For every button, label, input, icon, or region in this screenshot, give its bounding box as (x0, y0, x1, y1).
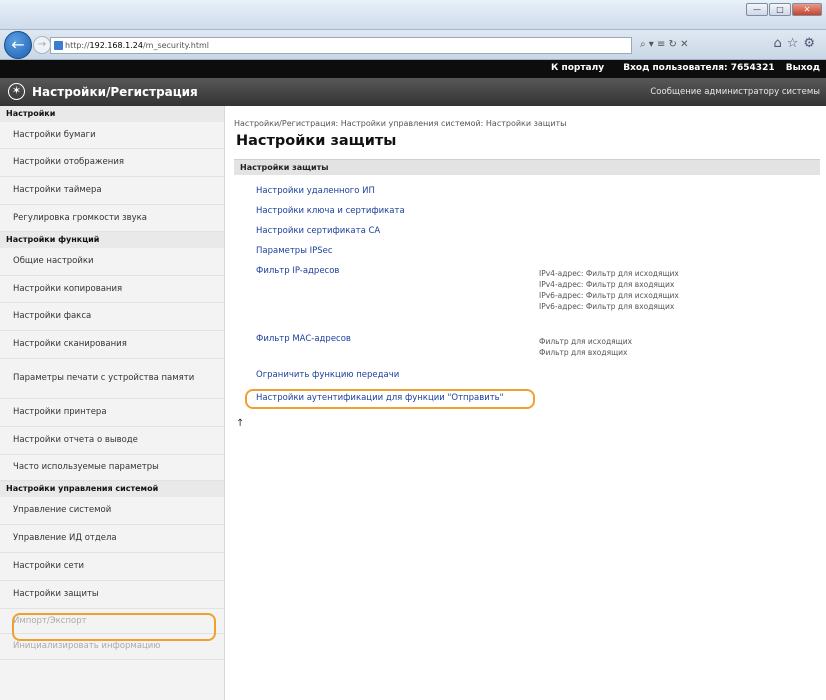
sidebar-item[interactable]: Параметры печати с устройства памяти (0, 359, 224, 399)
status-line: IPv6-адрес: Фильтр для исходящих (539, 291, 679, 300)
link-remote-ui-settings[interactable]: Настройки удаленного ИП (256, 186, 375, 196)
status-line: IPv4-адрес: Фильтр для исходящих (539, 269, 679, 278)
sidebar-item[interactable]: Управление ИД отдела (0, 525, 224, 553)
sidebar-group-heading: Настройки (0, 106, 224, 122)
back-to-top-icon[interactable]: ↑ (236, 418, 244, 429)
sidebar-group-heading: Настройки управления системой (0, 481, 224, 497)
sidebar-nav: Настройки Настройки бумаги Настройки отобр… (0, 106, 225, 700)
link-ca-certificate-settings[interactable]: Настройки сертификата CA (256, 226, 380, 236)
admin-message-link[interactable]: Сообщение администратору системы (650, 87, 820, 97)
breadcrumb: Настройки/Регистрация: Настройки управле… (234, 119, 567, 128)
window-controls: — □ ✕ (745, 3, 822, 16)
sidebar-item[interactable]: Общие настройки (0, 248, 224, 276)
sidebar-item[interactable]: Настройки отображения (0, 149, 224, 177)
maximize-button[interactable]: □ (769, 3, 791, 16)
highlight-send-auth-link (245, 389, 535, 409)
sidebar-item[interactable]: Настройки бумаги (0, 122, 224, 149)
sidebar-item[interactable]: Часто используемые параметры (0, 455, 224, 481)
status-line: Фильтр для исходящих (539, 337, 633, 346)
device-header-bar: К порталу Вход пользователя: 7654321 Вых… (0, 60, 826, 78)
minimize-button[interactable]: — (746, 3, 768, 16)
link-mac-filter[interactable]: Фильтр MAC-адресов (256, 334, 351, 344)
sidebar-item[interactable]: Настройки принтера (0, 399, 224, 427)
sidebar-item[interactable]: Настройки отчета о выводе (0, 427, 224, 455)
close-window-button[interactable]: ✕ (792, 3, 822, 16)
url-input[interactable]: http://192.168.1.24/m_security.html (50, 37, 632, 54)
status-line: IPv6-адрес: Фильтр для входящих (539, 302, 675, 311)
back-arrow-icon[interactable]: ← (4, 31, 32, 59)
sidebar-item[interactable]: Настройки копирования (0, 276, 224, 303)
url-prefix: http:// (65, 41, 90, 50)
sidebar-item[interactable]: Настройки факса (0, 303, 224, 331)
sidebar-item[interactable]: Регулировка громкости звука (0, 205, 224, 232)
sidebar-item[interactable]: Управление системой (0, 497, 224, 525)
forward-arrow-icon[interactable]: → (33, 36, 51, 54)
login-user-label: Вход пользователя: 7654321 (623, 63, 775, 73)
app-title: Настройки/Регистрация (32, 85, 198, 99)
portal-link[interactable]: К порталу (551, 63, 604, 73)
url-path: /m_security.html (142, 41, 210, 50)
link-restrict-tx-function[interactable]: Ограничить функцию передачи (256, 370, 399, 380)
link-ipsec-settings[interactable]: Параметры IPSec (256, 246, 333, 256)
link-key-certificate-settings[interactable]: Настройки ключа и сертификата (256, 206, 405, 216)
sidebar-item[interactable]: Настройки таймера (0, 177, 224, 205)
status-line: Фильтр для входящих (539, 348, 628, 357)
highlight-security-settings (12, 613, 216, 641)
url-host: 192.168.1.24 (89, 41, 143, 50)
settings-registration-icon: ✶ (8, 83, 25, 100)
page-title: Настройки защиты (236, 133, 397, 149)
mac-filter-status: Фильтр для исходящих Фильтр для входящих (539, 336, 632, 358)
sidebar-group-heading: Настройки функций (0, 232, 224, 248)
ip-filter-status: IPv4-адрес: Фильтр для исходящих IPv4-ад… (539, 268, 679, 312)
user-area: К порталу Вход пользователя: 7654321 Вых… (535, 63, 820, 73)
home-favorites-settings-icons[interactable]: ⌂☆⚙ (773, 36, 820, 51)
app-header: ✶ Настройки/Регистрация Сообщение админи… (0, 78, 826, 106)
sidebar-item[interactable]: Настройки защиты (0, 581, 224, 609)
logout-link[interactable]: Выход (786, 63, 820, 73)
browser-title-bar: — □ ✕ (0, 0, 826, 30)
link-ip-filter[interactable]: Фильтр IP-адресов (256, 266, 339, 276)
section-header: Настройки защиты (234, 159, 820, 175)
sidebar-item[interactable]: Настройки сети (0, 553, 224, 581)
address-tools[interactable]: ⌕ ▾ ≡ ↻ ✕ (640, 37, 706, 54)
status-line: IPv4-адрес: Фильтр для входящих (539, 280, 675, 289)
sidebar-item[interactable]: Настройки сканирования (0, 331, 224, 359)
favicon-icon (54, 41, 63, 50)
address-bar: http://192.168.1.24/m_security.html ⌕ ▾ … (0, 30, 826, 60)
